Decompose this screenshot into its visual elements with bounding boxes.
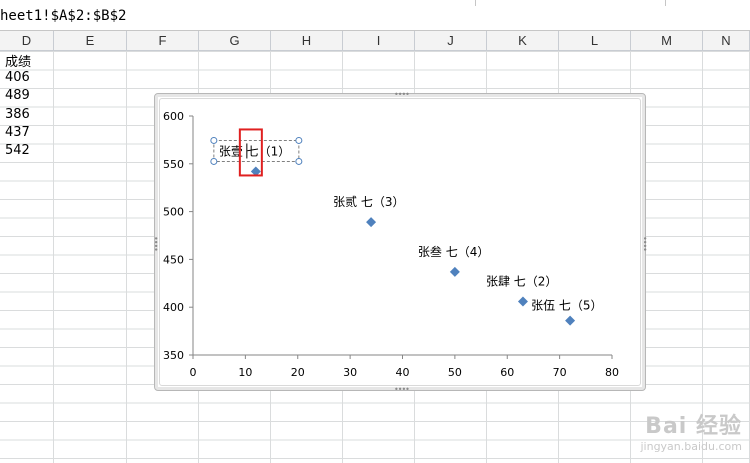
data-point-marker [565,315,576,326]
data-point-label: 张叁 七（4） [418,244,489,259]
data-point-marker [366,217,377,228]
data-point-marker [517,296,528,307]
selection-handle [295,136,303,144]
x-tick-label: 70 [553,366,567,379]
data-point-label: 张伍 七（5） [531,299,602,313]
data-point-label: 张壹 七（1） [219,144,290,158]
x-tick-label: 50 [448,366,462,379]
x-tick-label: 20 [291,366,305,379]
selection-handle [210,157,218,165]
selection-handle [295,157,303,165]
watermark-brand: Bai 经验 [645,414,742,439]
y-tick-label: 350 [163,349,184,362]
x-tick-label: 80 [605,366,619,379]
baidu-watermark: Bai 经验 jingyan.baidu.com [640,408,742,453]
y-tick-label: 400 [163,301,184,314]
scatter-chart: 350 400 450 500 550 600 0 10 20 30 40 50 60 70 80 张壹 七（… [163,110,619,379]
y-tick-label: 500 [163,206,184,219]
y-tick-label: 550 [163,158,184,171]
x-tick-label: 30 [343,366,357,379]
y-tick-label: 450 [163,253,184,266]
selection-handle [210,136,218,144]
x-tick-label: 10 [238,366,252,379]
data-point-label: 张肆 七（2） [486,274,557,288]
x-tick-label: 60 [500,366,514,379]
data-point-marker [449,266,460,277]
x-tick-label: 40 [396,366,410,379]
x-tick-label: 0 [190,366,197,379]
y-tick-label: 600 [163,110,184,123]
data-point-label: 张贰 七（3） [333,194,404,209]
watermark-url: jingyan.baidu.com [640,440,742,453]
